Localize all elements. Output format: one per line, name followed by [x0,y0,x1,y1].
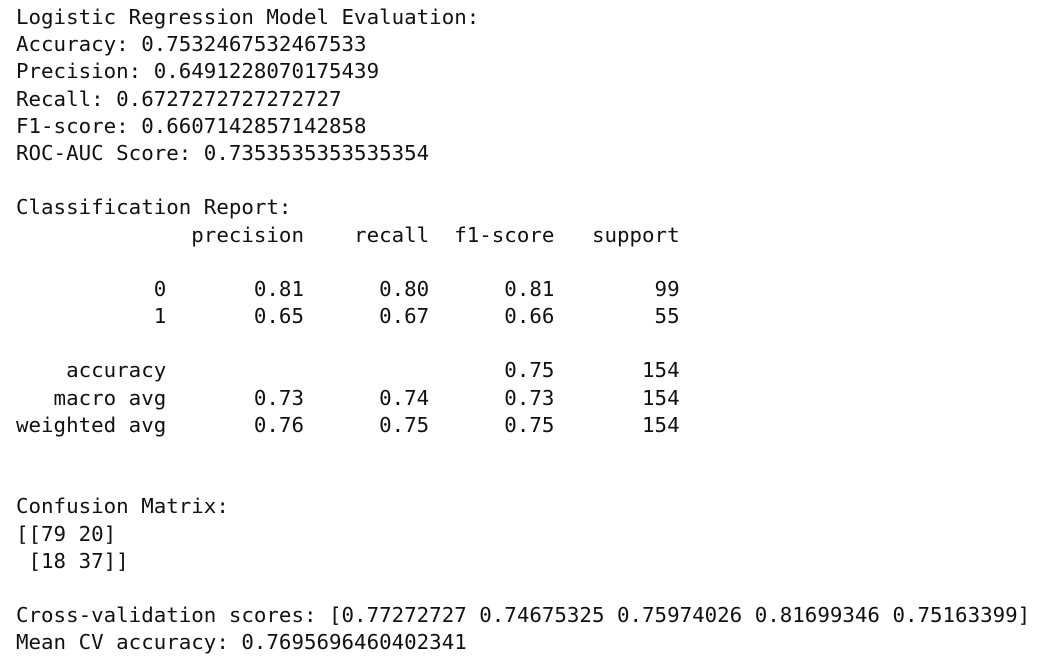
cv-scores-line: Cross-validation scores: [0.77272727 0.7… [16,603,1031,628]
report-row-weighted-avg: weighted avg 0.76 0.75 0.75 154 [16,412,680,437]
report-row-class-0: 0 0.81 0.80 0.81 99 [16,276,680,301]
report-row-macro-avg: macro avg 0.73 0.74 0.73 154 [16,385,680,410]
report-row-class-1: 1 0.65 0.67 0.66 55 [16,304,680,329]
confusion-matrix-row-1: [18 37]] [16,548,129,573]
report-header-line: precision recall f1-score support [16,222,680,247]
report-row-accuracy: accuracy 0.75 154 [16,358,680,383]
confusion-matrix-title-line: Confusion Matrix: [16,494,229,519]
recall-line: Recall: 0.6727272727272727 [16,86,342,111]
classification-report-title-line: Classification Report: [16,195,292,220]
confusion-matrix-row-0: [[79 20] [16,521,117,546]
console-output: Logistic Regression Model Evaluation: Acc… [16,4,1030,657]
precision-line: Precision: 0.6491228070175439 [16,59,380,84]
accuracy-line: Accuracy: 0.7532467532467533 [16,32,367,57]
f1-score-line: F1-score: 0.6607142857142858 [16,113,367,138]
eval-title-line: Logistic Regression Model Evaluation: [16,5,480,29]
mean-cv-accuracy-line: Mean CV accuracy: 0.7695696460402341 [16,630,467,655]
roc-auc-line: ROC-AUC Score: 0.7353535353535354 [16,140,430,165]
